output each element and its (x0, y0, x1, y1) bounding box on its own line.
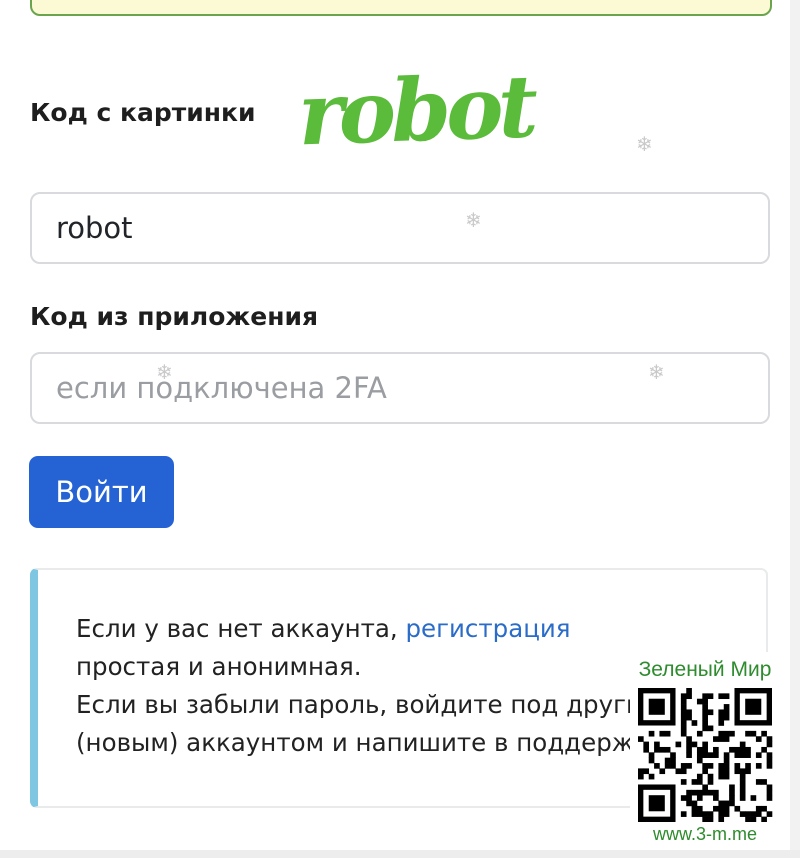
snowflake-icon: ❄ (636, 132, 653, 156)
login-button[interactable]: Войти (29, 456, 174, 528)
vertical-scrollbar[interactable] (790, 0, 800, 858)
watermark-title: Зеленый Мир (638, 658, 772, 681)
watermark: Зеленый Мир www.3-m.me (630, 652, 780, 850)
captcha-label: Код с картинки (30, 98, 256, 127)
top-alert-box (30, 0, 772, 16)
captcha-input[interactable] (32, 194, 768, 262)
qr-code-icon (638, 688, 773, 822)
horizontal-scrollbar[interactable] (0, 850, 800, 858)
captcha-text: robot (296, 60, 539, 154)
captcha-image: robot (296, 60, 539, 154)
app-code-label: Код из приложения (30, 302, 319, 331)
watermark-url: www.3-m.me (652, 824, 757, 844)
snowflake-icon: ❄ (648, 360, 665, 384)
snowflake-icon: ❄ (465, 208, 482, 232)
register-link[interactable]: регистрация (405, 614, 570, 643)
info-line1: Если у вас нет аккаунта, (76, 614, 398, 643)
captcha-field[interactable] (30, 192, 770, 264)
snowflake-icon: ❄ (156, 360, 173, 384)
